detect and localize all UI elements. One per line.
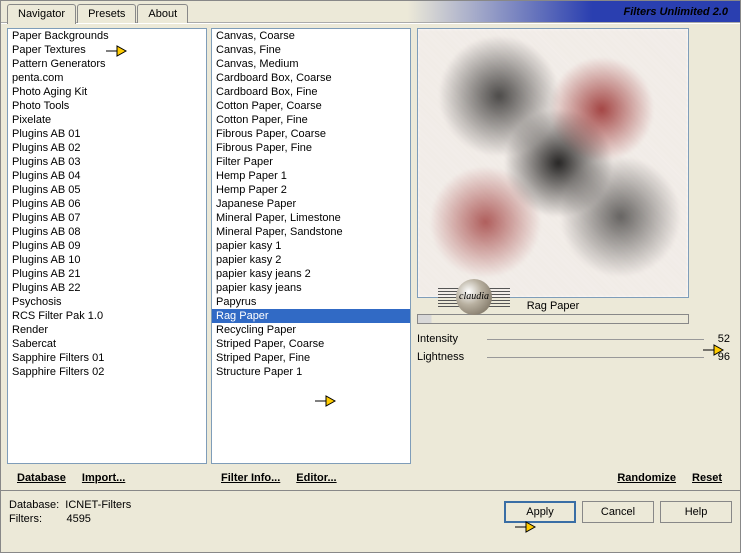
list-item[interactable]: Photo Tools — [8, 99, 206, 113]
slider-intensity[interactable]: Intensity 52 — [417, 330, 734, 348]
list-item[interactable]: Plugins AB 03 — [8, 155, 206, 169]
list-item[interactable]: Rag Paper — [212, 309, 410, 323]
list-item[interactable]: penta.com — [8, 71, 206, 85]
cancel-button[interactable]: Cancel — [582, 501, 654, 523]
list-item[interactable]: Recycling Paper — [212, 323, 410, 337]
list-item[interactable]: Pattern Generators — [8, 57, 206, 71]
list-item[interactable]: Mineral Paper, Limestone — [212, 211, 410, 225]
list-item[interactable]: Sabercat — [8, 337, 206, 351]
slider-lightness[interactable]: Lightness 96 — [417, 348, 734, 366]
list-item[interactable]: Filter Paper — [212, 155, 410, 169]
list-item[interactable]: Plugins AB 04 — [8, 169, 206, 183]
tab-strip: Navigator Presets About — [7, 1, 189, 23]
list-item[interactable]: Paper Backgrounds — [8, 29, 206, 43]
list-item[interactable]: Plugins AB 06 — [8, 197, 206, 211]
list-item[interactable]: Canvas, Medium — [212, 57, 410, 71]
list-item[interactable]: Paper Textures — [8, 43, 206, 57]
list-item[interactable]: Structure Paper 1 — [212, 365, 410, 379]
list-item[interactable]: papier kasy 2 — [212, 253, 410, 267]
list-item[interactable]: Canvas, Coarse — [212, 29, 410, 43]
db-label: Database: — [9, 499, 59, 511]
preview-label: Rag Paper — [417, 300, 689, 312]
list-item[interactable]: Plugins AB 01 — [8, 127, 206, 141]
preview-image — [417, 28, 689, 298]
list-item[interactable]: Papyrus — [212, 295, 410, 309]
intensity-value: 52 — [704, 333, 734, 345]
list-item[interactable]: Cotton Paper, Coarse — [212, 99, 410, 113]
list-item[interactable]: Plugins AB 05 — [8, 183, 206, 197]
filterinfo-button[interactable]: Filter Info... — [215, 470, 286, 486]
randomize-button[interactable]: Randomize — [611, 470, 682, 486]
list-item[interactable]: RCS Filter Pak 1.0 — [8, 309, 206, 323]
list-item[interactable]: Plugins AB 08 — [8, 225, 206, 239]
list-item[interactable]: Japanese Paper — [212, 197, 410, 211]
tab-presets[interactable]: Presets — [77, 4, 136, 23]
title-bar: Navigator Presets About Filters Unlimite… — [1, 1, 740, 23]
footer-bar: Database: ICNET-Filters Filters: 4595 Ap… — [1, 490, 740, 532]
list-item[interactable]: Plugins AB 02 — [8, 141, 206, 155]
list-item[interactable]: Plugins AB 10 — [8, 253, 206, 267]
list-item[interactable]: Photo Aging Kit — [8, 85, 206, 99]
list-item[interactable]: Hemp Paper 1 — [212, 169, 410, 183]
list-item[interactable]: Mineral Paper, Sandstone — [212, 225, 410, 239]
list-item[interactable]: Hemp Paper 2 — [212, 183, 410, 197]
help-button[interactable]: Help — [660, 501, 732, 523]
list-item[interactable]: Cardboard Box, Fine — [212, 85, 410, 99]
list-item[interactable]: Pixelate — [8, 113, 206, 127]
filters-count: 4595 — [66, 513, 90, 525]
list-item[interactable]: Cardboard Box, Coarse — [212, 71, 410, 85]
list-item[interactable]: Psychosis — [8, 295, 206, 309]
list-item[interactable]: Render — [8, 323, 206, 337]
database-button[interactable]: Database — [11, 470, 72, 486]
list-item[interactable]: Fibrous Paper, Fine — [212, 141, 410, 155]
list-item[interactable]: Plugins AB 21 — [8, 267, 206, 281]
db-value: ICNET-Filters — [65, 499, 131, 511]
intensity-label: Intensity — [417, 333, 487, 345]
list-item[interactable]: Striped Paper, Fine — [212, 351, 410, 365]
category-list[interactable]: Paper BackgroundsPaper TexturesPattern G… — [7, 28, 207, 464]
tab-about[interactable]: About — [137, 4, 188, 23]
list-item[interactable]: papier kasy 1 — [212, 239, 410, 253]
import-button[interactable]: Import... — [76, 470, 131, 486]
list-item[interactable]: Sapphire Filters 01 — [8, 351, 206, 365]
list-item[interactable]: Canvas, Fine — [212, 43, 410, 57]
apply-button[interactable]: Apply — [504, 501, 576, 523]
list-item[interactable]: papier kasy jeans 2 — [212, 267, 410, 281]
app-title: Filters Unlimited 2.0 — [623, 6, 728, 18]
tab-navigator[interactable]: Navigator — [7, 4, 76, 24]
list-item[interactable]: Cotton Paper, Fine — [212, 113, 410, 127]
list-item[interactable]: Plugins AB 07 — [8, 211, 206, 225]
list-item[interactable]: Fibrous Paper, Coarse — [212, 127, 410, 141]
list-item[interactable]: Striped Paper, Coarse — [212, 337, 410, 351]
list-item[interactable]: papier kasy jeans — [212, 281, 410, 295]
lightness-label: Lightness — [417, 351, 487, 363]
list-item[interactable]: Plugins AB 09 — [8, 239, 206, 253]
reset-button[interactable]: Reset — [686, 470, 728, 486]
filter-list[interactable]: Canvas, CoarseCanvas, FineCanvas, Medium… — [211, 28, 411, 464]
lightness-value: 96 — [704, 351, 734, 363]
list-item[interactable]: Sapphire Filters 02 — [8, 365, 206, 379]
editor-button[interactable]: Editor... — [290, 470, 342, 486]
filters-label: Filters: — [9, 513, 42, 525]
list-item[interactable]: Plugins AB 22 — [8, 281, 206, 295]
preview-progress[interactable] — [417, 314, 689, 324]
